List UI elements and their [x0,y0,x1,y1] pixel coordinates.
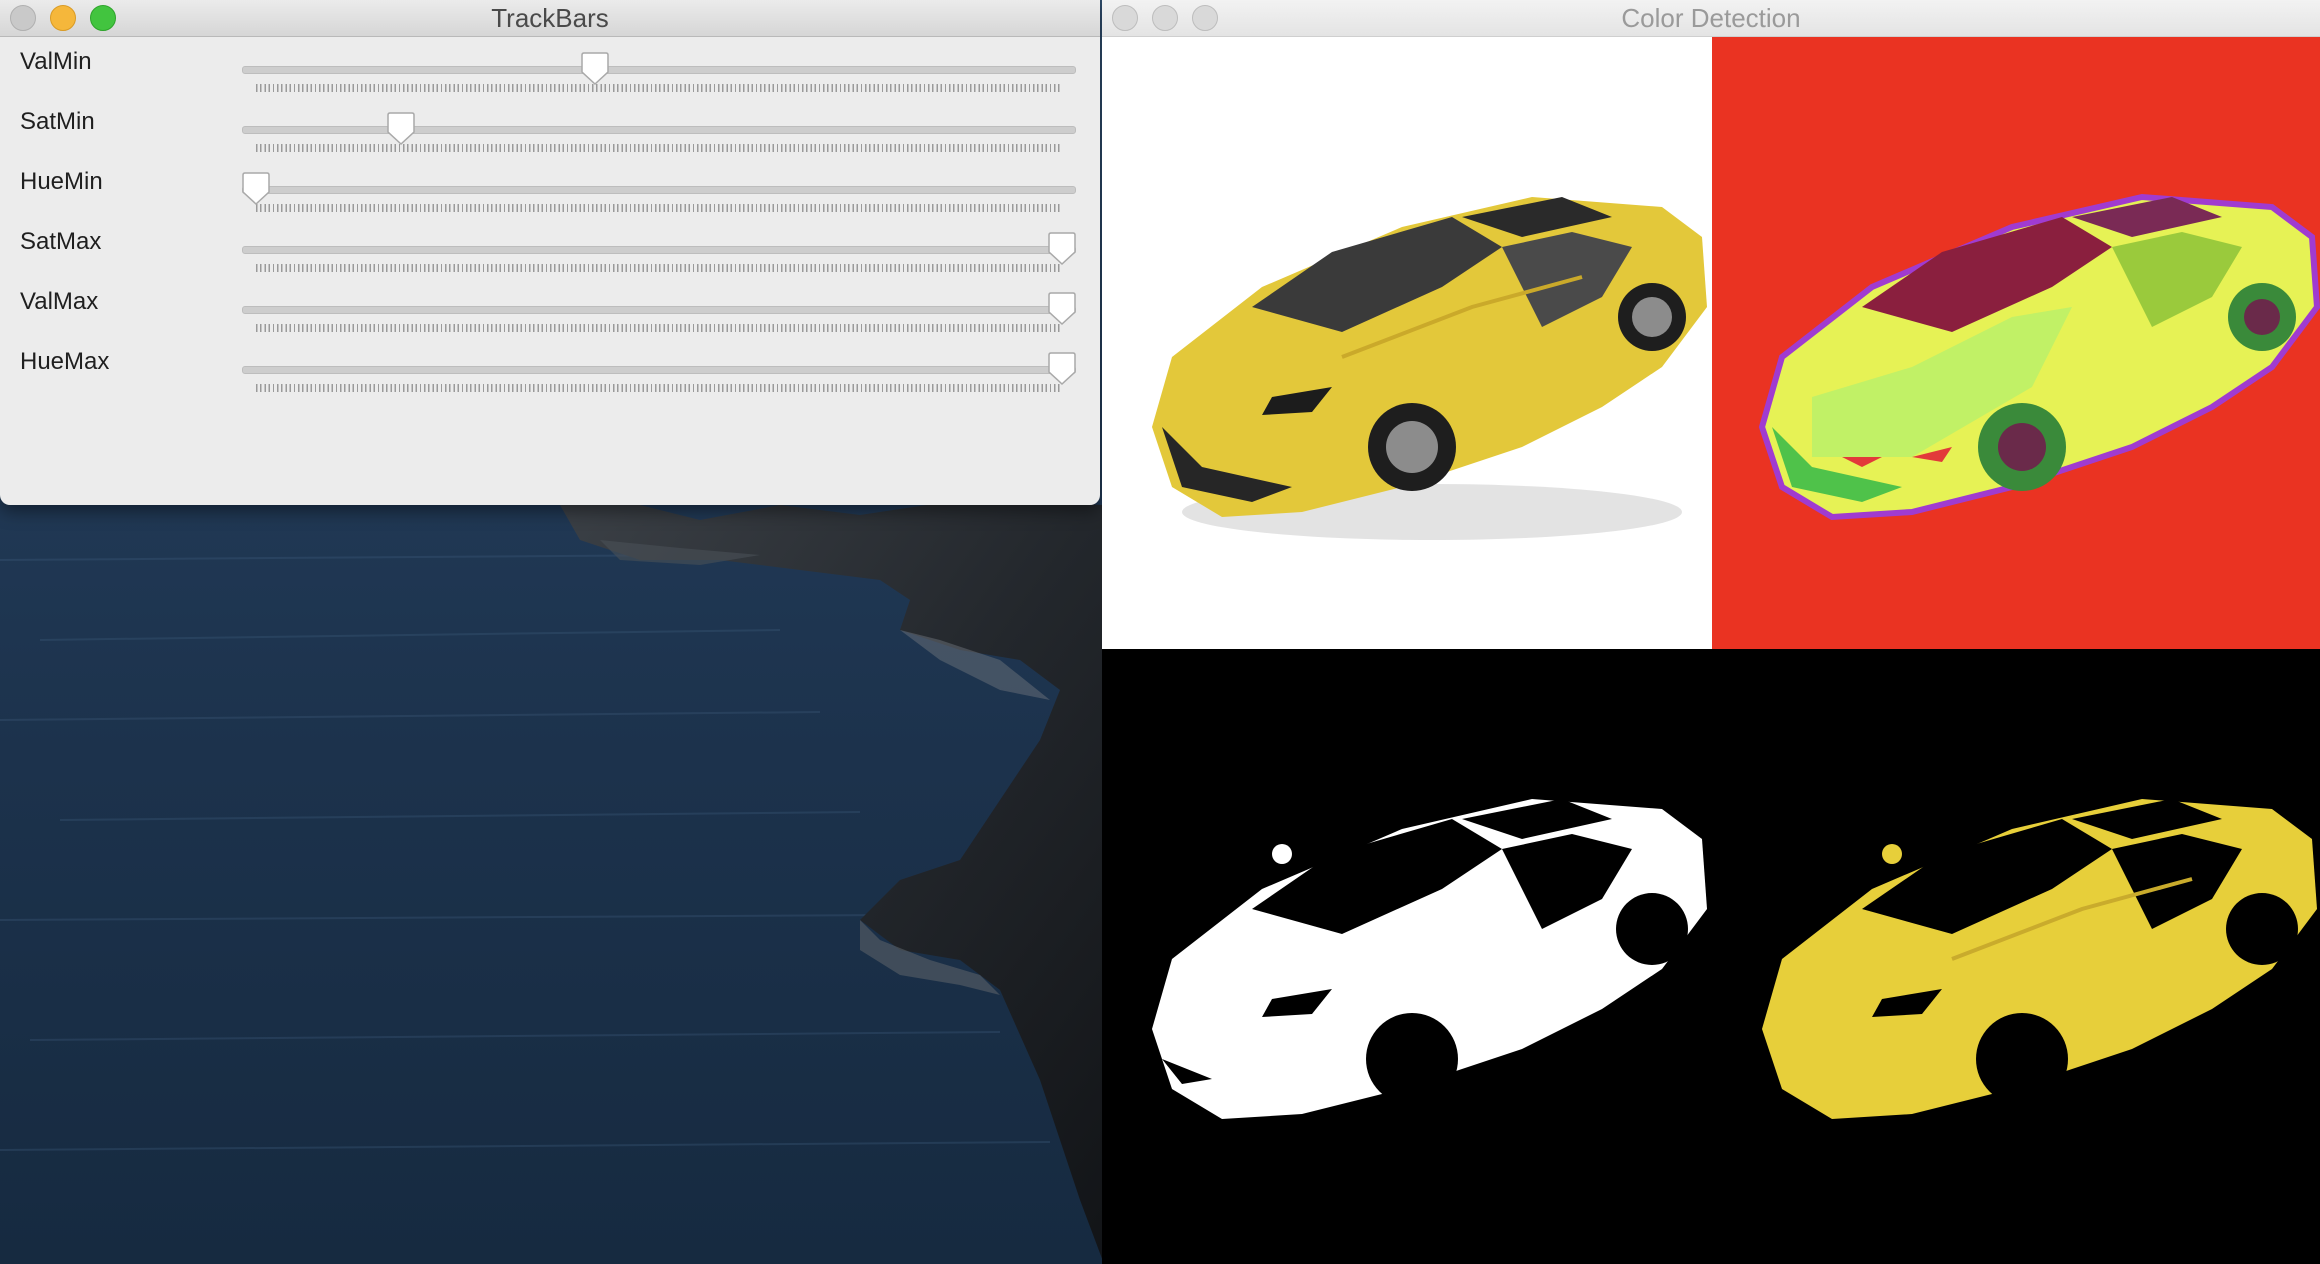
slider-track[interactable] [242,366,1076,374]
slider-track[interactable] [242,126,1076,134]
hsv-image-pane [1712,37,2320,649]
car-result [1762,799,2317,1119]
slider-label: ValMax [20,288,99,315]
slider-track[interactable] [242,306,1076,314]
slider-row-huemin: HueMin [0,162,1100,222]
mask-image-pane [1102,649,1712,1264]
result-image-pane [1712,649,2320,1264]
detect-titlebar[interactable]: Color Detection [1102,0,2320,37]
slider-ticks [256,204,1062,212]
slider-row-satmin: SatMin [0,102,1100,162]
trackbars-titlebar[interactable]: TrackBars [0,0,1100,37]
window-title: TrackBars [491,3,609,33]
slider-ticks [256,264,1062,272]
window-title: Color Detection [1621,3,1801,33]
original-image-pane [1102,37,1712,649]
slider-label: HueMax [20,348,110,375]
color-detection-window: Color Detection [1102,0,2320,1264]
slider-ticks [256,324,1062,332]
slider-ticks [256,384,1062,392]
car-hsv [1758,193,2320,521]
car-mask [1152,799,1707,1119]
slider-label: HueMin [20,168,103,195]
slider-row-satmax: SatMax [0,222,1100,282]
slider-ticks [256,144,1062,152]
slider-thumb[interactable] [1047,352,1077,386]
cliff-shape [560,500,1104,1264]
slider-thumb[interactable] [1047,292,1077,326]
slider-track[interactable] [242,66,1076,74]
trackbars-window: TrackBars ValMin SatMin HueMin SatMax ValMax… [0,0,1100,505]
slider-thumb[interactable] [241,172,271,206]
car-original [1152,197,1707,540]
slider-thumb[interactable] [386,112,416,146]
slider-thumb[interactable] [580,52,610,86]
slider-thumb[interactable] [1047,232,1077,266]
slider-label: ValMin [20,48,92,75]
slider-ticks [256,84,1062,92]
slider-row-valmax: ValMax [0,282,1100,342]
slider-track[interactable] [242,186,1076,194]
slider-label: SatMax [20,228,102,255]
slider-row-valmin: ValMin [0,42,1100,102]
slider-row-huemax: HueMax [0,342,1100,402]
slider-label: SatMin [20,108,95,135]
slider-track[interactable] [242,246,1076,254]
